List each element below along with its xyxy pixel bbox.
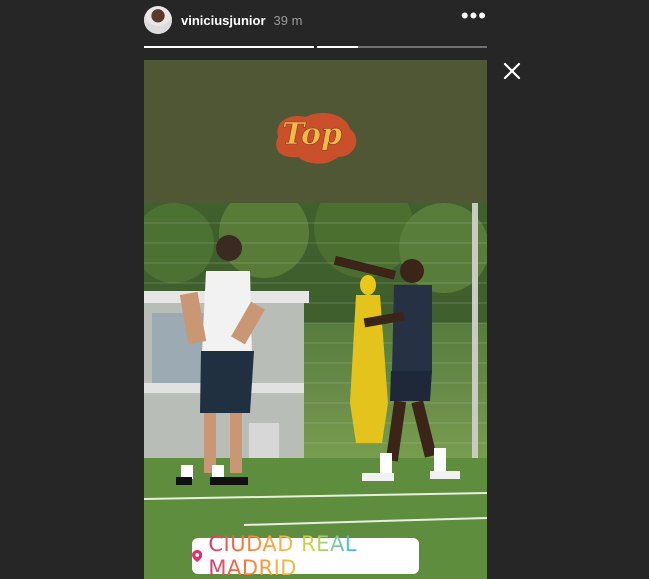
avatar[interactable] — [144, 6, 172, 34]
close-icon[interactable] — [502, 61, 522, 81]
story-header: viniciusjunior 39 m ••• — [144, 4, 487, 36]
progress-segment — [317, 46, 487, 48]
more-options-icon[interactable]: ••• — [461, 5, 487, 29]
progress-segment — [144, 46, 314, 48]
location-sticker[interactable]: CIUDAD REAL MADRID — [192, 532, 419, 579]
training-scene — [144, 203, 487, 579]
progress-fill — [144, 46, 314, 48]
story-photo — [144, 203, 487, 579]
location-text: CIUDAD REAL MADRID — [208, 532, 419, 579]
top-sticker: Top — [276, 113, 357, 164]
sticker-text: Top — [282, 117, 342, 152]
story-content[interactable]: Top CIUDAD REAL MADRID — [144, 60, 487, 579]
progress-fill — [317, 46, 358, 48]
username[interactable]: viniciusjunior — [181, 13, 266, 28]
location-pin-icon — [192, 549, 203, 563]
story-progress-bar — [144, 46, 487, 48]
timestamp: 39 m — [273, 12, 303, 28]
